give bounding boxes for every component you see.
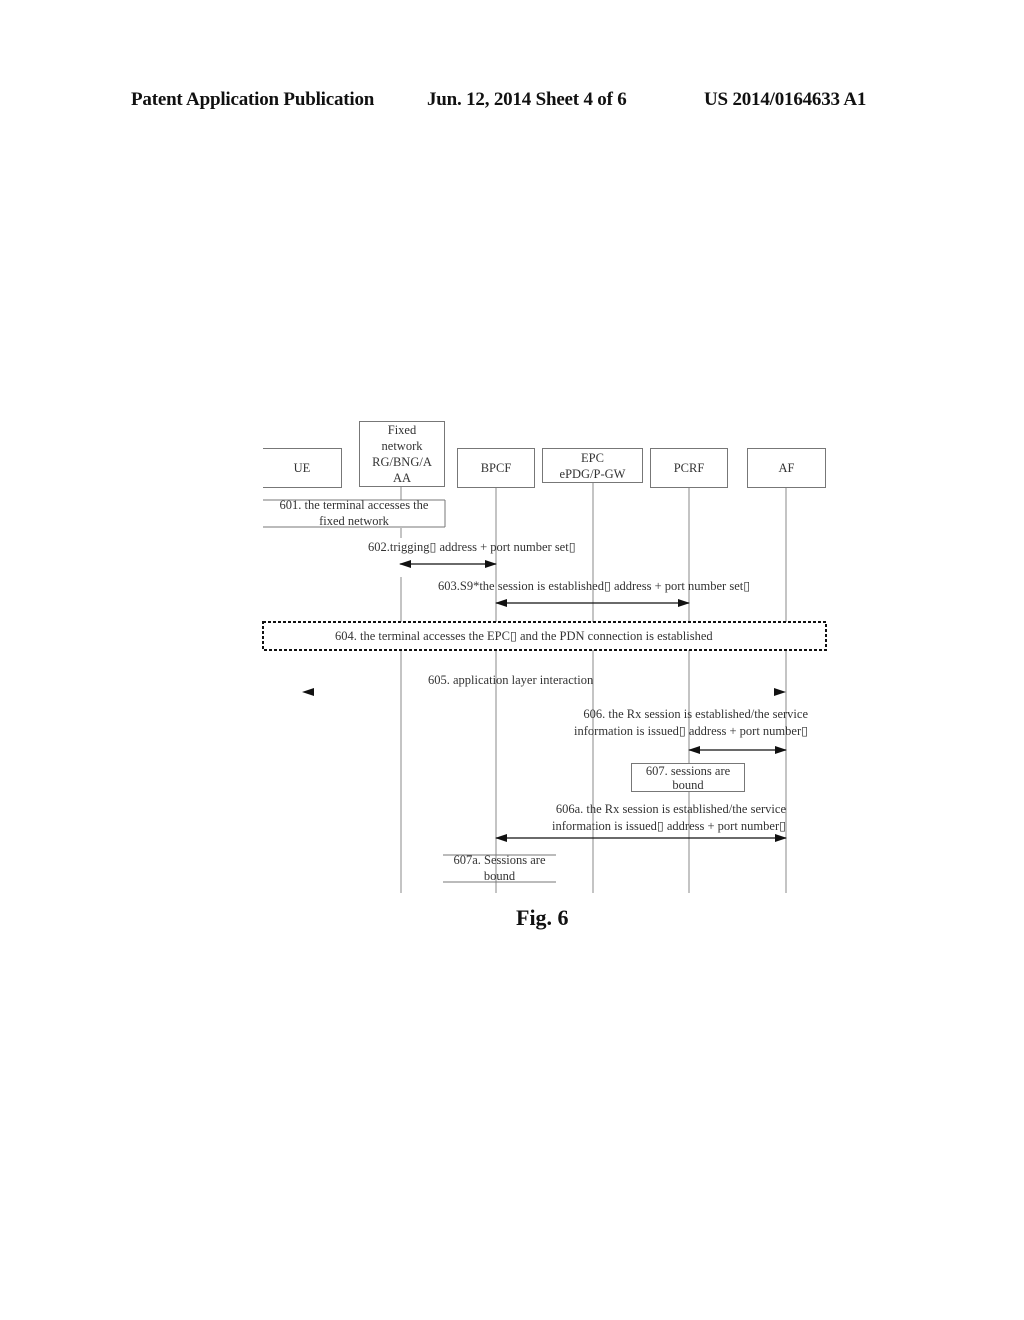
step-607-text-line: 607. sessions are xyxy=(645,763,731,778)
sequence-diagram xyxy=(262,459,827,893)
entity-ue-label: UE xyxy=(293,461,311,475)
step-604-label: 604. the terminal accesses the EPC▯ and … xyxy=(335,629,713,643)
step-607a-note: 607a. Sessions are bound xyxy=(443,852,556,884)
step-606-text-line: information is issued▯ address + port nu… xyxy=(574,724,808,738)
entity-fixed-label-line: Fixed xyxy=(387,423,417,437)
step-606a-label: 606a. the Rx session is established/the … xyxy=(520,801,786,835)
message-605-arrowhead-left xyxy=(302,688,314,696)
entity-epc: EPC ePDG/P-GW xyxy=(542,448,643,483)
step-606-text-line: 606. the Rx session is established/the s… xyxy=(583,707,808,721)
step-603-label: 603.S9*the session is established▯ addre… xyxy=(438,579,751,593)
entity-fixed-network: Fixed network RG/BNG/A AA xyxy=(359,421,445,487)
step-606-label: 606. the Rx session is established/the s… xyxy=(546,706,808,740)
step-607-box: 607. sessions are bound xyxy=(631,763,745,792)
entity-epc-label-line: ePDG/P-GW xyxy=(559,466,626,481)
step-605-label: 605. application layer interaction xyxy=(428,673,594,687)
entity-pcrf: PCRF xyxy=(650,448,728,488)
step-607-text-line: bound xyxy=(672,777,704,792)
step-602-label: 602.trigging▯ address + port number set▯ xyxy=(368,540,576,554)
figure-caption: Fig. 6 xyxy=(516,905,569,930)
message-605-arrowhead-right xyxy=(774,688,786,696)
step-606a-text-line: 606a. the Rx session is established/the … xyxy=(555,802,786,816)
step-601-note: 601. the terminal accesses the fixed net… xyxy=(263,497,445,529)
entity-fixed-label-line: AA xyxy=(392,471,412,485)
step-601-text-line: 601. the terminal accesses the xyxy=(279,498,429,512)
entity-fixed-label-line: network xyxy=(381,439,423,453)
entity-epc-label-line: EPC xyxy=(581,450,604,465)
step-607a-text-line: 607a. Sessions are xyxy=(453,853,546,867)
step-607a-text-line: bound xyxy=(483,869,516,883)
entity-bpcf: BPCF xyxy=(457,448,535,488)
entity-bpcf-label: BPCF xyxy=(480,461,512,475)
step-601-text-line: fixed network xyxy=(319,514,389,528)
step-606a-text-line: information is issued▯ address + port nu… xyxy=(552,819,786,833)
entity-ue: UE xyxy=(263,448,342,488)
entity-af: AF xyxy=(747,448,826,488)
entity-fixed-label-line: RG/BNG/A xyxy=(372,455,432,469)
entity-af-label: AF xyxy=(778,461,795,475)
entity-pcrf-label: PCRF xyxy=(673,461,705,475)
